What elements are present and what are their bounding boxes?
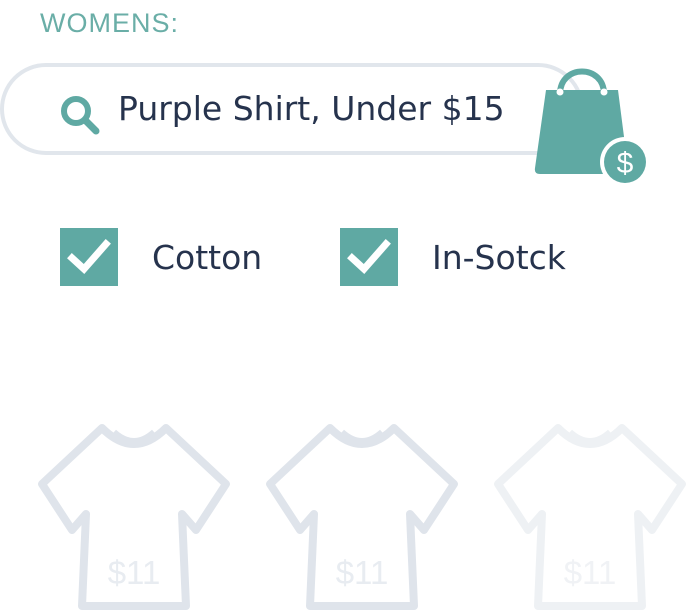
shopping-bag-dollar-icon[interactable]: $ [526,50,656,190]
product-card[interactable]: $11 [36,420,232,616]
category-heading: WOMENS: [40,8,179,38]
search-bar[interactable]: Purple Shirt, Under $15 [0,63,584,155]
product-price: $11 [335,554,389,591]
product-price: $11 [563,554,617,591]
filter-label-cotton: Cotton [152,237,263,277]
product-price: $11 [107,554,161,591]
product-card[interactable]: $11 [492,420,688,616]
checkmark-icon [347,239,391,274]
product-card[interactable]: $11 [264,420,460,616]
filter-cotton[interactable]: Cotton [60,228,262,286]
filter-in-stock[interactable]: In-Sotck [340,228,566,286]
search-input[interactable]: Purple Shirt, Under $15 [118,89,505,128]
checkmark-icon [67,239,111,274]
in-stock-checkbox[interactable] [340,228,398,286]
svg-text:$: $ [617,147,634,180]
search-icon [61,96,100,135]
filter-label-in-stock: In-Sotck [432,237,566,277]
cotton-checkbox[interactable] [60,228,118,286]
